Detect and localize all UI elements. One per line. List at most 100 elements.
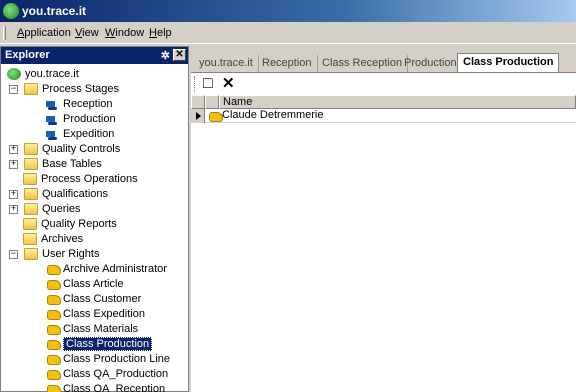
user-icon xyxy=(207,110,223,122)
tab-class-reception[interactable]: Class Reception xyxy=(317,55,409,73)
tree-item[interactable]: + Qualifications xyxy=(9,187,108,202)
tree-item[interactable]: Class QA_Production xyxy=(45,367,168,382)
tree-item-label: Class Article xyxy=(63,278,124,290)
tree-item-label: Class Expedition xyxy=(63,308,145,320)
table-row[interactable]: Claude Detremmerie xyxy=(191,109,576,123)
folder-icon xyxy=(24,248,38,261)
tree-item[interactable]: Reception xyxy=(45,97,113,112)
tab-class-production[interactable]: Class Production xyxy=(457,53,560,73)
menu-view[interactable]: View xyxy=(75,27,99,39)
tree-item[interactable]: Class Production Line xyxy=(45,352,170,367)
expand-icon[interactable]: + xyxy=(9,159,18,169)
tree-item[interactable]: you.trace.it xyxy=(7,67,79,82)
tree-item-label: you.trace.it xyxy=(25,68,79,80)
tree-item-label: Queries xyxy=(42,203,81,215)
tree-item[interactable]: − User Rights xyxy=(9,247,99,262)
hand-icon xyxy=(45,308,61,321)
explorer-pane: Explorer ✲ ✕ you.trace.it − Process Stages… xyxy=(0,46,189,392)
delete-record-icon[interactable]: ✕ xyxy=(222,76,238,92)
tree-item[interactable]: Process Operations xyxy=(23,172,138,187)
row-selector[interactable] xyxy=(191,109,205,123)
hand-icon xyxy=(45,323,61,336)
hand-icon xyxy=(45,338,61,351)
folder-icon xyxy=(24,158,38,171)
tree-item[interactable]: Class QA_Reception xyxy=(45,382,165,392)
menu-window[interactable]: Window xyxy=(105,27,144,39)
truck-icon xyxy=(45,113,59,126)
tree-item-label: Class Materials xyxy=(63,323,139,335)
row-header-corner xyxy=(191,95,205,109)
tree-item[interactable]: Class Customer xyxy=(45,292,141,307)
folder-icon xyxy=(23,173,37,186)
truck-icon xyxy=(45,98,59,111)
expand-icon[interactable]: + xyxy=(9,189,18,199)
tree-item[interactable]: Archives xyxy=(23,232,83,247)
app-icon xyxy=(7,68,21,81)
tab-panel: □ ✕ Name Claude Detremmerie xyxy=(191,72,576,392)
icon-column-header xyxy=(205,95,219,109)
tree-item-label: Archive Administrator xyxy=(63,263,167,275)
toolbar-grip[interactable] xyxy=(194,76,197,92)
window-title: you.trace.it xyxy=(22,4,87,18)
tree-item-label: Process Stages xyxy=(42,83,120,95)
data-grid: Name Claude Detremmerie xyxy=(191,95,576,392)
tree-item[interactable]: Quality Reports xyxy=(23,217,117,232)
tree-item-label: Quality Reports xyxy=(41,218,117,230)
hand-icon xyxy=(45,383,61,392)
folder-icon xyxy=(24,143,38,156)
tree-item-label: Reception xyxy=(63,98,113,110)
tab-reception[interactable]: Reception xyxy=(257,55,318,73)
title-bar: you.trace.it xyxy=(0,0,576,22)
expand-icon[interactable]: + xyxy=(9,204,18,214)
tree-item[interactable]: Class Materials xyxy=(45,322,138,337)
close-icon[interactable]: ✕ xyxy=(173,49,186,61)
tree-item[interactable]: Class Expedition xyxy=(45,307,145,322)
tree-item[interactable]: − Process Stages xyxy=(9,82,119,97)
hand-icon xyxy=(45,293,61,306)
tree-item[interactable]: + Base Tables xyxy=(9,157,102,172)
folder-icon xyxy=(23,233,37,246)
tree-item[interactable]: + Quality Controls xyxy=(9,142,120,157)
tree-item[interactable]: + Queries xyxy=(9,202,81,217)
folder-icon xyxy=(24,83,38,96)
content-area: you.trace.it Reception Class Reception Prod… xyxy=(189,46,576,392)
tree-item-label: Class QA_Reception xyxy=(63,383,166,392)
tree-item-label: Expedition xyxy=(63,128,115,140)
menu-bar: Application View Window Help xyxy=(0,22,576,44)
tree-item-label: Quality Controls xyxy=(42,143,121,155)
explorer-header: Explorer ✲ ✕ xyxy=(1,47,188,64)
folder-icon xyxy=(24,203,38,216)
tab-production[interactable]: Production xyxy=(399,55,463,73)
tree-item[interactable]: Production xyxy=(45,112,116,127)
hand-icon xyxy=(45,263,61,276)
tree-item-label: Production xyxy=(63,113,116,125)
current-row-arrow-icon xyxy=(196,112,201,120)
tree-item-label: Archives xyxy=(41,233,84,245)
pin-icon[interactable]: ✲ xyxy=(161,49,170,62)
tree-item-label: Class QA_Production xyxy=(63,368,169,380)
menubar-grip[interactable] xyxy=(3,26,6,40)
folder-icon xyxy=(24,188,38,201)
tab-you-trace-it[interactable]: you.trace.it xyxy=(194,55,259,73)
tree-item[interactable]: Archive Administrator xyxy=(45,262,167,277)
menu-help[interactable]: Help xyxy=(149,27,172,39)
folder-icon xyxy=(23,218,37,231)
tree-item-label: Base Tables xyxy=(42,158,102,170)
collapse-icon[interactable]: − xyxy=(9,84,18,94)
truck-icon xyxy=(45,128,59,141)
expand-icon[interactable]: + xyxy=(9,144,18,154)
app-icon xyxy=(3,3,19,19)
collapse-icon[interactable]: − xyxy=(9,249,18,259)
menu-application[interactable]: Application xyxy=(17,27,71,39)
tree-item[interactable]: Class Article xyxy=(45,277,124,292)
tree-item-label: Class Customer xyxy=(63,293,142,305)
tree-item-label: Class Production Line xyxy=(63,353,171,365)
new-record-icon[interactable]: □ xyxy=(203,76,219,92)
hand-icon xyxy=(45,353,61,366)
grid-toolbar: □ ✕ xyxy=(191,73,576,95)
tree-item[interactable]: Expedition xyxy=(45,127,114,142)
column-header-name[interactable]: Name xyxy=(219,95,576,109)
tree-item[interactable]: Class Production xyxy=(45,337,153,352)
user-name-cell[interactable]: Claude Detremmerie xyxy=(222,109,323,122)
hand-icon xyxy=(45,368,61,381)
